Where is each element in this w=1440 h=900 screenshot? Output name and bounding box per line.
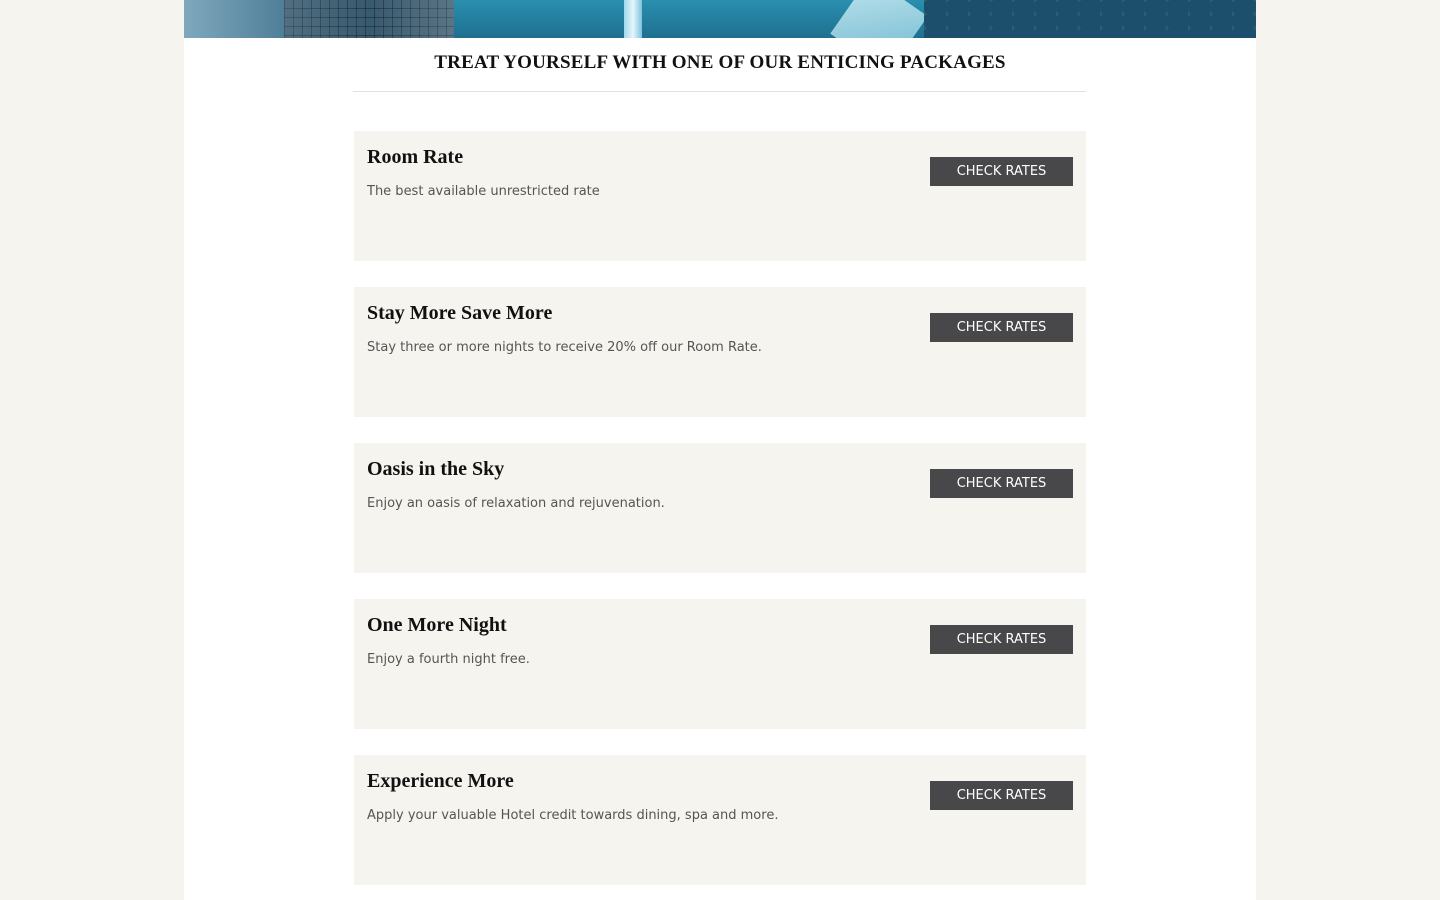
hero-light-beam <box>830 0 928 38</box>
hero-wall-decoration <box>184 0 284 38</box>
hero-pool-tiles <box>924 0 1256 38</box>
check-rates-button[interactable]: CHECK RATES <box>930 625 1073 654</box>
check-rates-button[interactable]: CHECK RATES <box>930 157 1073 186</box>
package-description: Apply your valuable Hotel credit towards… <box>367 808 779 823</box>
package-description: Enjoy an oasis of relaxation and rejuven… <box>367 496 665 511</box>
hero-image <box>184 0 1256 38</box>
title-divider <box>353 91 1086 92</box>
package-description: The best available unrestricted rate <box>367 184 600 199</box>
packages-list: Room Rate The best available unrestricte… <box>354 131 1086 900</box>
package-card-experience-more: Experience More Apply your valuable Hote… <box>354 755 1086 885</box>
hero-mosaic-tiles <box>284 0 454 38</box>
package-card-stay-more-save-more: Stay More Save More Stay three or more n… <box>354 287 1086 417</box>
package-description: Stay three or more nights to receive 20%… <box>367 340 762 355</box>
section-title: TREAT YOURSELF WITH ONE OF OUR ENTICING … <box>434 52 1006 73</box>
package-card-one-more-night: One More Night Enjoy a fourth night free… <box>354 599 1086 729</box>
package-title: Room Rate <box>367 146 464 168</box>
package-title: Oasis in the Sky <box>367 458 505 480</box>
check-rates-button[interactable]: CHECK RATES <box>930 313 1073 342</box>
package-title: One More Night <box>367 614 507 636</box>
package-description: Enjoy a fourth night free. <box>367 652 530 667</box>
hero-glass-pillar <box>624 0 642 38</box>
package-card-oasis-in-the-sky: Oasis in the Sky Enjoy an oasis of relax… <box>354 443 1086 573</box>
check-rates-button[interactable]: CHECK RATES <box>930 469 1073 498</box>
check-rates-button[interactable]: CHECK RATES <box>930 781 1073 810</box>
package-title: Stay More Save More <box>367 302 553 324</box>
package-title: Experience More <box>367 770 514 792</box>
package-card-room-rate: Room Rate The best available unrestricte… <box>354 131 1086 261</box>
page-container: TREAT YOURSELF WITH ONE OF OUR ENTICING … <box>184 0 1256 900</box>
